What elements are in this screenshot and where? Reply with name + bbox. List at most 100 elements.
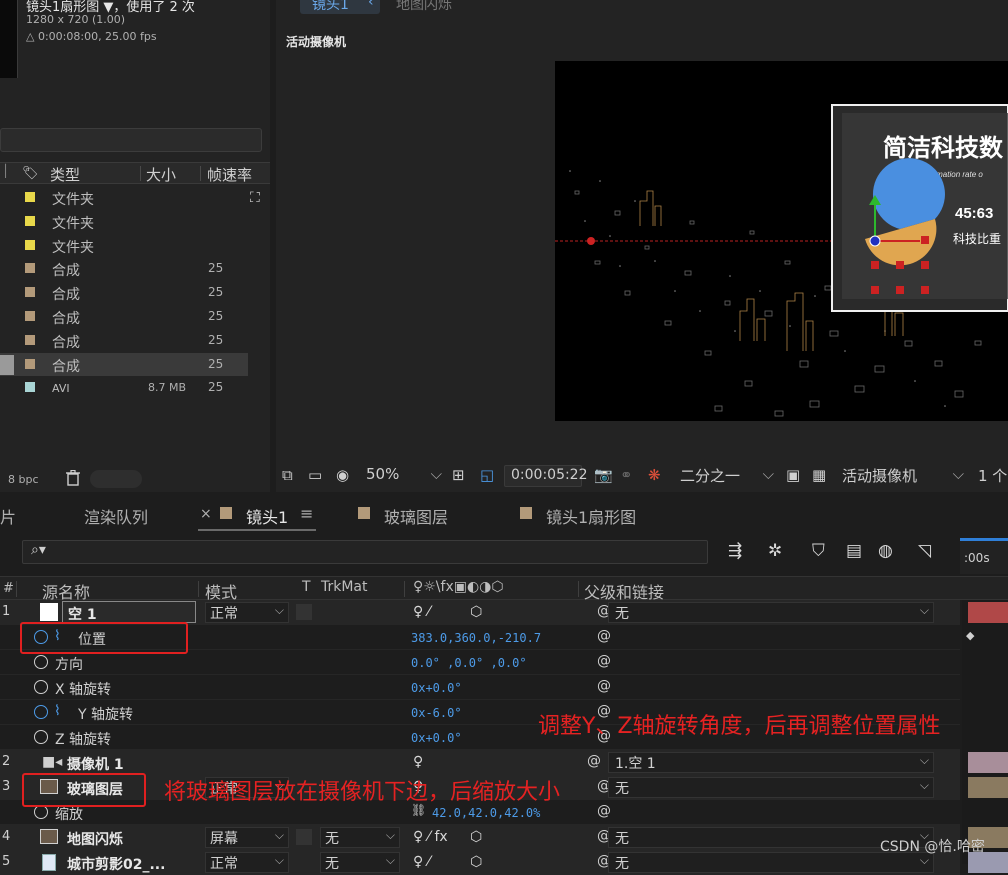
pickwhip-icon[interactable]: @ — [597, 803, 611, 819]
col-t[interactable]: T — [302, 579, 311, 595]
label-color-swatch[interactable] — [25, 263, 35, 274]
trash-icon[interactable] — [66, 470, 80, 486]
region-of-interest-icon[interactable]: ◱ — [480, 466, 494, 486]
resolution-dropdown[interactable]: 二分之一 ⌵ — [680, 465, 774, 487]
mask-icon[interactable]: ◉ — [336, 466, 349, 486]
blend-mode-dropdown[interactable]: 正常 ⌵ — [205, 602, 289, 623]
stopwatch-icon[interactable] — [34, 680, 48, 694]
preserve-transparency-toggle[interactable] — [296, 829, 312, 845]
tab-effects-partial[interactable]: 片 — [0, 504, 16, 528]
stopwatch-icon[interactable] — [34, 730, 48, 744]
property-value[interactable]: 0x+0.0° — [411, 681, 462, 695]
pickwhip-icon[interactable]: @ — [597, 628, 611, 644]
label-color-swatch[interactable] — [25, 310, 35, 321]
parent-dropdown[interactable]: 1.空 1 ⌵ — [608, 752, 934, 773]
col-switches[interactable]: ♀☼\fx▣◐◑⬡ — [413, 579, 504, 595]
layer-name[interactable]: 城市剪影02_... — [67, 854, 165, 874]
property-value[interactable]: 0.0° ,0.0° ,0.0° — [411, 656, 527, 670]
viewer-tab-back-icon[interactable]: ‹ — [368, 0, 374, 10]
project-item-row[interactable]: 文件夹 — [0, 234, 248, 258]
current-time-field[interactable]: 0:00:05:22 — [504, 465, 588, 487]
layer-switches[interactable]: ♀ — [413, 754, 423, 770]
project-item-row[interactable]: 文件夹 — [0, 186, 248, 210]
layer-row[interactable]: 5 城市剪影02_... 正常 ⌵ 无 ⌵ ♀ ⁄ ⬡ @ 无 ⌵ — [0, 850, 960, 875]
stopwatch-icon[interactable] — [34, 805, 48, 819]
label-color-swatch[interactable] — [25, 239, 35, 250]
monitor-icon[interactable]: ▭ — [308, 466, 322, 486]
project-item-row[interactable]: AVI 8.7 MB 25 — [0, 376, 248, 400]
tab-render-queue[interactable]: 渲染队列 — [84, 504, 148, 528]
project-item-row[interactable]: 合成 25 — [0, 352, 248, 377]
project-item-row[interactable]: 文件夹 — [0, 210, 248, 234]
label-color-swatch[interactable] — [25, 358, 35, 369]
bit-depth-button[interactable]: 8 bpc — [8, 473, 39, 486]
fast-preview-icon[interactable]: ▣ — [786, 466, 800, 486]
label-tag-icon[interactable]: 🏷 — [22, 166, 39, 181]
fit-icon[interactable]: ⊞ — [452, 466, 465, 486]
stopwatch-icon[interactable] — [34, 655, 48, 669]
viewer-tab-active[interactable]: 镜头1 — [312, 0, 349, 14]
layer-switches[interactable]: ♀ ⁄ ⬡ — [413, 854, 482, 870]
col-number[interactable]: # — [3, 581, 14, 596]
column-size[interactable]: 大小 — [146, 164, 176, 185]
timeline-track-area[interactable]: ◆ — [962, 600, 1008, 873]
pickwhip-icon[interactable]: @ — [597, 678, 611, 694]
track-matte-dropdown[interactable]: 无 ⌵ — [320, 827, 400, 848]
project-item-row[interactable]: 合成 25 — [0, 257, 248, 281]
layer-switches[interactable]: ♀ ⁄ fx ⬡ — [413, 829, 482, 845]
tab-menu-icon[interactable]: ≡ — [300, 504, 313, 523]
view-layout-dropdown[interactable]: 1 个 — [978, 465, 1008, 487]
project-search-input[interactable] — [0, 128, 262, 152]
panel-scroll-pill[interactable] — [90, 470, 142, 488]
layer-bar[interactable] — [968, 602, 1008, 623]
graph-icon[interactable]: ⌇ — [54, 703, 61, 719]
label-color-swatch[interactable] — [25, 382, 35, 393]
property-value[interactable]: 0x-6.0° — [411, 706, 462, 720]
layer-name[interactable]: 摄像机 1 — [67, 754, 124, 774]
keyframe-icon[interactable]: ◆ — [966, 629, 974, 642]
preserve-transparency-toggle[interactable] — [296, 604, 312, 620]
layer-bar[interactable] — [968, 777, 1008, 798]
property-value[interactable]: 383.0,360.0,-210.7 — [411, 631, 541, 645]
layer-switches[interactable]: ♀ ⁄ ⬡ — [413, 604, 482, 620]
graph-editor-icon[interactable]: ◹ — [918, 541, 931, 561]
tab-shot1-pie[interactable]: 镜头1扇形图 — [546, 504, 636, 528]
label-color-swatch[interactable] — [25, 215, 35, 226]
tab-close-icon[interactable]: × — [200, 506, 212, 522]
layer-row[interactable]: 4 地图闪烁 屏幕 ⌵ 无 ⌵ ♀ ⁄ fx ⬡ @ 无 ⌵ — [0, 825, 960, 850]
shy-layers-icon[interactable]: ⛉ — [812, 541, 825, 561]
label-color-swatch[interactable] — [25, 334, 35, 345]
snapshot-show-icon[interactable]: ⧉ — [282, 466, 293, 486]
frame-blending-icon[interactable]: ▤ — [846, 541, 862, 561]
draft-3d-icon[interactable]: ✲ — [768, 541, 782, 561]
work-area-bar[interactable] — [960, 538, 1008, 541]
viewer-tab-other[interactable]: 地图闪烁 — [396, 0, 452, 14]
transparency-grid-icon[interactable]: ▦ — [812, 466, 826, 486]
show-snapshot-icon[interactable]: ⚭ — [620, 466, 633, 486]
tab-shot1[interactable]: 镜头1 — [246, 504, 288, 528]
zoom-dropdown[interactable]: 50% ⌵ — [366, 465, 442, 487]
col-trkmat[interactable]: TrkMat — [321, 579, 368, 595]
layer-name[interactable]: 地图闪烁 — [67, 829, 123, 849]
layer-bar[interactable] — [968, 752, 1008, 773]
label-color-swatch[interactable] — [25, 192, 35, 202]
layer-row[interactable]: 2 ■◂ 摄像机 1 ♀ @ 1.空 1 ⌵ — [0, 750, 960, 775]
project-item-row[interactable]: 合成 25 — [0, 305, 248, 329]
project-item-row[interactable]: 合成 25 — [0, 281, 248, 305]
label-color-swatch[interactable] — [25, 287, 35, 298]
parent-dropdown[interactable]: 无 ⌵ — [608, 602, 934, 623]
stopwatch-icon[interactable] — [34, 705, 48, 719]
pickwhip-icon[interactable]: @ — [587, 753, 601, 769]
property-value[interactable]: 42.0,42.0,42.0% — [432, 806, 540, 820]
time-ruler[interactable]: :00s — [960, 538, 1008, 574]
project-item-row[interactable]: 合成 25 — [0, 329, 248, 353]
blend-mode-dropdown[interactable]: 屏幕 ⌵ — [205, 827, 289, 848]
camera-view-dropdown[interactable]: 活动摄像机 ⌵ — [842, 465, 964, 487]
column-type[interactable]: 类型 — [50, 164, 80, 185]
pickwhip-icon[interactable]: @ — [597, 653, 611, 669]
camera-snapshot-icon[interactable]: 📷 — [594, 466, 613, 486]
composition-canvas[interactable]: 简洁科技数 The transformation rate o 45:63 科技… — [555, 61, 1008, 421]
motion-blur-icon[interactable]: ◍ — [878, 541, 893, 561]
timeline-search-input[interactable]: ⌕▾ — [22, 540, 708, 564]
column-fps[interactable]: 帧速率 — [207, 164, 252, 185]
